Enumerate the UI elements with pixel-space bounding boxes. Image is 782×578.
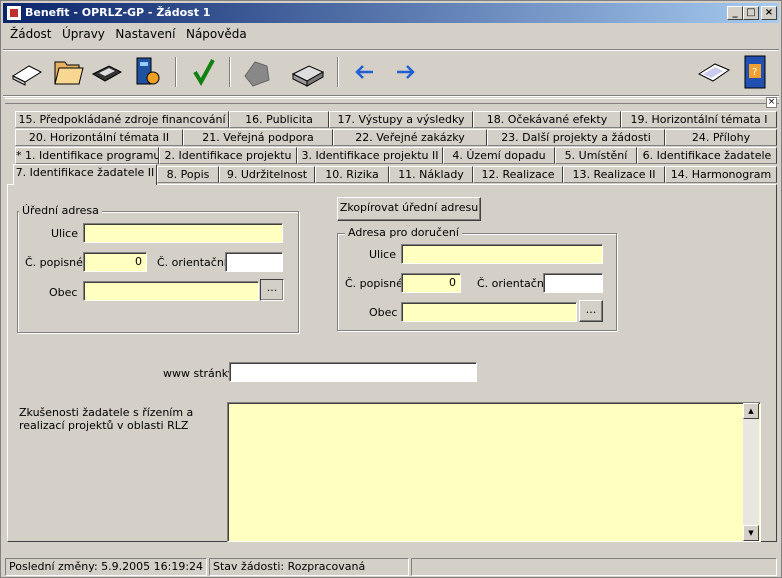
scroll-up-icon[interactable]: ▲	[743, 403, 759, 419]
tab-24[interactable]: 24. Přílohy	[665, 129, 777, 146]
divider	[3, 95, 779, 97]
close-button[interactable]: ×	[761, 6, 777, 20]
copy-address-button[interactable]: Zkopírovat úřední adresu »	[337, 197, 481, 234]
title-bar: Benefit - OPRLZ-GP - Žádost 1 _ □ ×	[3, 3, 779, 23]
tab-7-active[interactable]: 7. Identifikace žadatele II	[13, 164, 157, 185]
toolbar-separator	[229, 57, 231, 87]
tab-22[interactable]: 22. Veřejné zakázky	[333, 129, 487, 146]
tab-19[interactable]: 19. Horizontální témata I	[621, 111, 777, 128]
check-icon[interactable]	[185, 54, 221, 90]
delivery-city-input[interactable]	[401, 302, 577, 322]
window-title: Benefit - OPRLZ-GP - Žádost 1	[25, 6, 211, 19]
tab-5[interactable]: 5. Umístění	[555, 147, 637, 164]
status-last-change: Poslední změny: 5.9.2005 16:19:24	[5, 558, 207, 576]
toolbar-separator	[175, 57, 177, 87]
svg-text:?: ?	[752, 67, 757, 78]
tab-3[interactable]: 3. Identifikace projektu II	[297, 147, 443, 164]
tab-9[interactable]: 9. Udržitelnost	[219, 166, 315, 183]
delivery-house-no-input[interactable]: 0	[401, 273, 461, 293]
delivery-house-no-label: Č. popisné	[345, 277, 403, 290]
experience-label: Zkušenosti žadatele s řízením a realizac…	[19, 406, 194, 432]
status-state: Stav žádosti: Rozpracovaná	[209, 558, 409, 576]
tab-21[interactable]: 21. Veřejná podpora	[183, 129, 333, 146]
tab-13[interactable]: 13. Realizace II	[563, 166, 665, 183]
tab-6[interactable]: 6. Identifikace žadatele	[637, 147, 777, 164]
print-icon[interactable]	[289, 54, 325, 90]
tab-16[interactable]: 16. Publicita	[229, 111, 329, 128]
delivery-street-input[interactable]	[401, 244, 603, 264]
official-address-legend: Úřední adresa	[19, 204, 102, 217]
house-no-label: Č. popisné	[25, 256, 83, 269]
menu-bar: Žádost Úpravy Nastavení Nápověda	[3, 27, 247, 47]
tab-14[interactable]: 14. Harmonogram	[665, 166, 777, 183]
forward-arrow-icon[interactable]	[387, 54, 423, 90]
menu-napoveda[interactable]: Nápověda	[186, 27, 247, 41]
web-label: www stránky	[163, 367, 235, 380]
status-empty	[411, 558, 777, 576]
experience-scrollbar[interactable]: ▲ ▼	[743, 403, 759, 541]
tab-1[interactable]: * 1. Identifikace programu	[15, 147, 159, 164]
tab-2[interactable]: 2. Identifikace projektu	[159, 147, 297, 164]
tab-10[interactable]: 10. Rizika	[315, 166, 389, 183]
delivery-address-legend: Adresa pro doručení	[345, 226, 462, 239]
city-input[interactable]	[83, 281, 259, 301]
orient-no-label: Č. orientační	[157, 256, 227, 269]
menu-nastaveni[interactable]: Nastavení	[115, 27, 175, 41]
scroll-down-icon[interactable]: ▼	[743, 525, 759, 541]
delivery-city-label: Obec	[369, 306, 398, 319]
maximize-button[interactable]: □	[743, 6, 759, 20]
menu-upravy[interactable]: Úpravy	[62, 27, 105, 41]
close-panel-icon[interactable]: ×	[766, 97, 777, 108]
tab-20[interactable]: 20. Horizontální témata II	[15, 129, 183, 146]
street-input[interactable]	[83, 223, 283, 243]
house-no-input[interactable]: 0	[83, 252, 147, 272]
new-document-icon[interactable]	[9, 54, 45, 90]
tab-23[interactable]: 23. Další projekty a žádosti	[487, 129, 665, 146]
delivery-orient-no-label: Č. orientační	[477, 277, 547, 290]
delivery-orient-no-input[interactable]	[543, 273, 603, 293]
web-input[interactable]	[229, 362, 477, 382]
tab-18[interactable]: 18. Očekávané efekty	[473, 111, 621, 128]
app-icon	[6, 5, 22, 21]
stamp-icon[interactable]	[239, 54, 275, 90]
experience-textarea[interactable]	[227, 402, 761, 542]
open-folder-icon[interactable]	[49, 54, 85, 90]
city-browse-button[interactable]: ...	[260, 279, 284, 301]
main-window: Benefit - OPRLZ-GP - Žádost 1 _ □ × Žádo…	[0, 0, 782, 578]
back-arrow-icon[interactable]	[347, 54, 383, 90]
delivery-street-label: Ulice	[369, 248, 396, 261]
toolbar-separator	[337, 57, 339, 87]
tab-15[interactable]: 15. Předpokládané zdroje financování	[15, 111, 229, 128]
tab-12[interactable]: 12. Realizace	[473, 166, 563, 183]
info-book-icon[interactable]: ?	[737, 54, 773, 90]
save-disk-icon[interactable]	[89, 54, 125, 90]
orient-no-input[interactable]	[225, 252, 283, 272]
transfer-icon[interactable]	[129, 54, 165, 90]
toolbar: ?	[3, 51, 779, 93]
grip-bar	[5, 98, 779, 104]
help-book-icon[interactable]	[695, 54, 731, 90]
tab-8[interactable]: 8. Popis	[157, 166, 219, 183]
city-label: Obec	[49, 286, 78, 299]
tab-11[interactable]: 11. Náklady	[389, 166, 473, 183]
tab-17[interactable]: 17. Výstupy a výsledky	[329, 111, 473, 128]
tab-4[interactable]: 4. Území dopadu	[443, 147, 555, 164]
delivery-city-browse-button[interactable]: ...	[579, 300, 603, 322]
street-label: Ulice	[51, 227, 78, 240]
menu-zadost[interactable]: Žádost	[10, 27, 52, 41]
minimize-button[interactable]: _	[727, 6, 743, 20]
